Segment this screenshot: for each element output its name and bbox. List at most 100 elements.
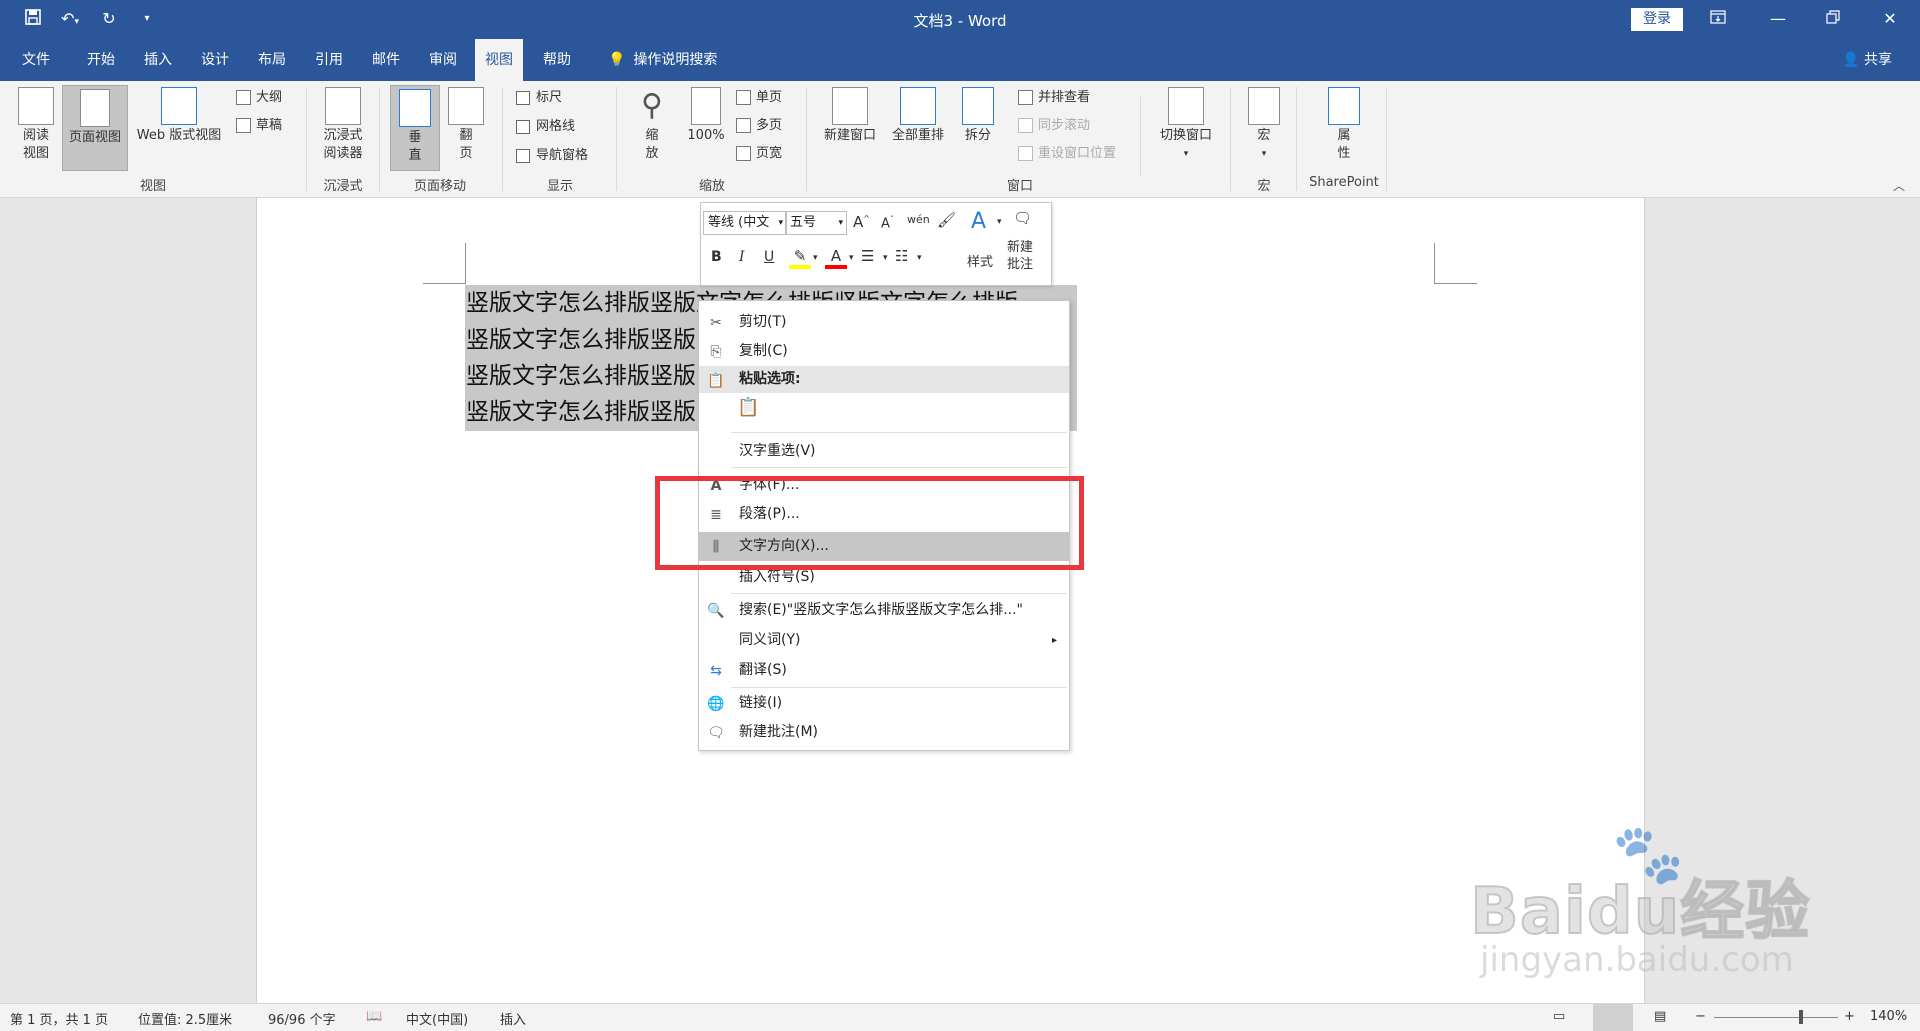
menu-item-copy[interactable]: ⎘ 复制(C) [699, 337, 1069, 366]
share-button[interactable]: 👤 共享 [1842, 39, 1892, 81]
chevron-down-icon[interactable]: ▾ [997, 217, 1002, 227]
restore-icon[interactable] [1818, 6, 1848, 32]
one-page-button[interactable]: 单页 [736, 87, 782, 109]
tab-file[interactable]: 文件 [12, 39, 60, 81]
font-size-dropdown[interactable]: 五号 ▾ [785, 211, 847, 235]
zoom-button[interactable]: ⚲ 缩 放 [630, 87, 674, 163]
menu-item-link[interactable]: 🌐 链接(I) [699, 689, 1069, 718]
font-color-icon: A [830, 247, 842, 265]
customize-icon[interactable]: ▾ [136, 8, 158, 30]
menu-item-new-comment[interactable]: 🗨 新建批注(M) [699, 718, 1069, 747]
undo-icon[interactable]: ↶▾ [56, 8, 84, 30]
paste-keep-text-only-icon[interactable]: 📋 [737, 397, 761, 425]
tab-mailings[interactable]: 邮件 [362, 39, 410, 81]
tab-home[interactable]: 开始 [77, 39, 125, 81]
font-name-dropdown[interactable]: 等线 (中文 ▾ [703, 211, 787, 235]
side-to-side-button[interactable]: 翻 页 [444, 87, 488, 163]
page-count[interactable]: 第 1 页，共 1 页 [10, 1009, 108, 1028]
format-painter-icon[interactable]: 🖌 [937, 211, 956, 229]
chevron-down-icon[interactable]: ▾ [813, 253, 818, 263]
zoom-percent[interactable]: 140% [1870, 1009, 1907, 1024]
print-layout-view-icon[interactable] [1593, 1004, 1633, 1031]
chevron-down-icon[interactable]: ▾ [849, 253, 854, 263]
outline-button[interactable]: 大纲 [236, 87, 282, 109]
numbering-icon[interactable]: ☷ [895, 247, 908, 265]
new-window-button[interactable]: 新建窗口 [818, 87, 882, 145]
menu-item-cut[interactable]: ✂ 剪切(T) [699, 308, 1069, 337]
chevron-down-icon[interactable]: ▾ [883, 253, 888, 263]
save-icon[interactable] [22, 8, 44, 30]
ribbon-display-icon[interactable] [1703, 6, 1733, 32]
menu-item-reconvert[interactable]: 汉字重选(V) [699, 437, 1069, 466]
phonetic-guide-icon[interactable]: wén [907, 213, 930, 226]
vertical-button[interactable]: 垂 直 [390, 85, 440, 171]
minimize-icon[interactable]: — [1763, 6, 1793, 32]
insert-mode[interactable]: 插入 [500, 1009, 526, 1028]
immersive-reader-button[interactable]: 沉浸式 阅读器 [314, 87, 372, 163]
web-layout-button[interactable]: Web 版式视图 [128, 87, 230, 145]
multi-page-button[interactable]: 多页 [736, 115, 782, 137]
tab-references[interactable]: 引用 [305, 39, 353, 81]
chevron-down-icon[interactable]: ▾ [917, 253, 922, 263]
highlight-button[interactable]: ✎ [789, 247, 811, 269]
word-count[interactable]: 96/96 个字 [268, 1009, 336, 1028]
menu-item-search[interactable]: 🔍 搜索(E)"竖版文字怎么排版竖版文字怎么排..." [699, 596, 1069, 625]
read-mode-view-icon[interactable]: ▭ [1553, 1009, 1565, 1024]
nav-pane-checkbox[interactable]: 导航窗格 [516, 145, 588, 167]
bullets-icon[interactable]: ☰ [861, 247, 874, 265]
print-layout-button[interactable]: 页面视图 [62, 85, 128, 171]
properties-button[interactable]: 属 性 [1314, 87, 1374, 163]
menu-item-translate[interactable]: ⇆ 翻译(S) [699, 656, 1069, 685]
vertical-scroll-icon [399, 89, 431, 127]
tab-layout[interactable]: 布局 [248, 39, 296, 81]
text-line[interactable]: 竖版文字怎么排版竖版 [466, 358, 696, 394]
text-line[interactable]: 竖版文字怎么排版竖版 [466, 394, 696, 430]
sync-scroll-button[interactable]: 同步滚动 [1018, 115, 1090, 137]
new-comment-icon[interactable]: 🗨 [1013, 209, 1032, 227]
web-layout-view-icon[interactable]: ▤ [1654, 1009, 1666, 1024]
underline-button[interactable]: U [764, 249, 774, 265]
macros-button[interactable]: 宏 ▾ [1240, 87, 1288, 163]
tab-help[interactable]: 帮助 [533, 39, 581, 81]
menu-item-synonyms[interactable]: 同义词(Y) ▸ [699, 626, 1069, 655]
gridlines-check-box [516, 119, 530, 134]
side-by-side-button[interactable]: 并排查看 [1018, 87, 1090, 109]
draft-button[interactable]: 草稿 [236, 115, 282, 137]
page-width-button[interactable]: 页宽 [736, 143, 782, 165]
styles-large-icon[interactable]: A [971, 209, 986, 234]
tab-view[interactable]: 视图 [475, 39, 523, 81]
split-button[interactable]: 拆分 [954, 87, 1002, 145]
tell-me-search[interactable]: 💡 操作说明搜索 [598, 39, 727, 81]
tell-me-label: 操作说明搜索 [633, 52, 718, 68]
language[interactable]: 中文(中国) [406, 1009, 468, 1028]
collapse-ribbon-icon[interactable]: ︿ [1893, 177, 1905, 194]
font-color-button[interactable]: A [825, 247, 847, 269]
chevron-right-icon: ▸ [1051, 635, 1057, 646]
zoom-100-button[interactable]: 100% [684, 87, 728, 145]
zoom-slider-thumb[interactable] [1798, 1010, 1803, 1024]
ruler-checkbox[interactable]: 标尺 [516, 87, 562, 109]
gridlines-checkbox[interactable]: 网格线 [516, 116, 575, 138]
bold-button[interactable]: B [711, 249, 722, 265]
tab-review[interactable]: 审阅 [419, 39, 467, 81]
styles-label[interactable]: 样式 [967, 251, 993, 270]
tab-design[interactable]: 设计 [191, 39, 239, 81]
close-icon[interactable]: ✕ [1875, 6, 1905, 32]
chevron-down-icon: ▾ [778, 218, 783, 228]
italic-button[interactable]: I [739, 249, 745, 265]
reset-position-button[interactable]: 重设窗口位置 [1018, 143, 1116, 165]
grow-font-icon[interactable]: A^ [853, 213, 870, 231]
shrink-font-icon[interactable]: Aˇ [881, 215, 894, 231]
zoom-slider-track[interactable] [1714, 1017, 1838, 1018]
arrange-all-button[interactable]: 全部重排 [886, 87, 950, 145]
read-mode-button[interactable]: 阅读 视图 [12, 87, 60, 163]
text-line[interactable]: 竖版文字怎么排版竖版 [466, 322, 696, 358]
tab-insert[interactable]: 插入 [134, 39, 182, 81]
proofing-icon[interactable]: 📖 [366, 1009, 382, 1024]
zoom-in-button[interactable]: + [1844, 1009, 1855, 1024]
side-by-side-label: 并排查看 [1038, 90, 1091, 105]
zoom-out-button[interactable]: − [1695, 1009, 1706, 1024]
redo-icon[interactable]: ↻ [98, 8, 120, 30]
switch-window-button[interactable]: 切换窗口 ▾ [1148, 87, 1224, 163]
login-button[interactable]: 登录 [1631, 8, 1683, 31]
